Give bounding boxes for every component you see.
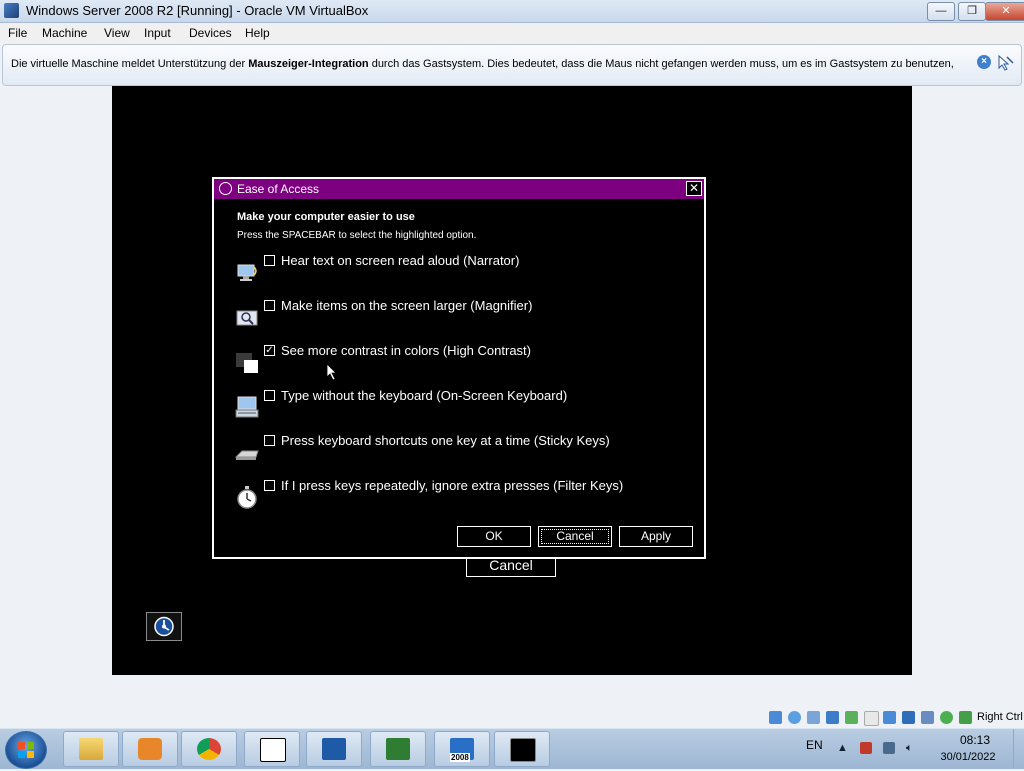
recording-icon[interactable] (902, 711, 915, 724)
windows-logo-icon (18, 742, 34, 758)
taskbar-system-monitor[interactable] (370, 731, 426, 767)
language-indicator[interactable]: EN (806, 738, 823, 752)
sticky-keys-icon (234, 450, 259, 460)
virtualbox-app-icon[interactable] (4, 3, 19, 18)
option-label: Press keyboard shortcuts one key at a ti… (281, 433, 610, 448)
minimize-button[interactable]: — (927, 2, 955, 21)
mouse-integration-status-icon[interactable] (940, 711, 953, 724)
maximize-button[interactable]: ❐ (958, 2, 986, 21)
mouse-integration-icon[interactable] (997, 54, 1015, 72)
start-button[interactable] (5, 731, 47, 769)
option-label: If I press keys repeatedly, ignore extra… (281, 478, 624, 493)
filter-keys-icon (237, 486, 257, 509)
option-label: See more contrast in colors (High Contra… (281, 343, 531, 358)
ease-of-access-button[interactable] (146, 612, 182, 641)
option-sticky-keys[interactable]: Press keyboard shortcuts one key at a ti… (234, 433, 694, 471)
notice-text-part: Die virtuelle Maschine meldet Unterstütz… (11, 58, 249, 70)
network-icon[interactable] (826, 711, 839, 724)
option-on-screen-keyboard[interactable]: Type without the keyboard (On-Screen Key… (234, 388, 694, 426)
show-hidden-icons-icon[interactable]: ▲ (837, 742, 849, 754)
high-contrast-icon (236, 353, 258, 373)
option-narrator[interactable]: Hear text on screen read aloud (Narrator… (234, 253, 694, 291)
vbox-titlebar: Windows Server 2008 R2 [Running] - Oracl… (0, 0, 1024, 23)
ok-button[interactable]: OK (457, 526, 531, 547)
option-filter-keys[interactable]: If I press keys repeatedly, ignore extra… (234, 478, 694, 516)
display-icon[interactable] (883, 711, 896, 724)
chrome-icon (197, 738, 221, 760)
dialog-heading: Make your computer easier to use (237, 211, 415, 223)
7zip-icon (260, 738, 286, 762)
menu-devices[interactable]: Devices (189, 26, 232, 40)
checkbox-filter-keys[interactable] (264, 480, 275, 491)
hard-disk-icon[interactable] (769, 711, 782, 724)
taskbar-chrome[interactable] (181, 731, 237, 767)
taskbar-windows-server-2008[interactable]: 2008 (434, 731, 490, 767)
media-player-icon (138, 738, 162, 760)
clock-time[interactable]: 08:13 (955, 733, 995, 747)
checkbox-narrator[interactable] (264, 255, 275, 266)
show-desktop-button[interactable] (1013, 729, 1024, 768)
menu-bar: File Machine View Input Devices Help (0, 23, 1024, 43)
mouse-cursor-icon (326, 363, 337, 381)
close-button[interactable]: ✕ (985, 2, 1024, 21)
clock-date[interactable]: 30/01/2022 (938, 751, 998, 763)
menu-help[interactable]: Help (245, 26, 270, 40)
system-monitor-icon (386, 738, 410, 760)
ease-of-access-dialog: Ease of Access ✕ Make your computer easi… (212, 177, 706, 559)
notice-text-part: durch das Gastsystem. Dies bedeutet, das… (368, 58, 954, 70)
action-center-icon[interactable] (860, 742, 872, 754)
taskbar-command-prompt[interactable] (494, 731, 550, 767)
checkbox-sticky-keys[interactable] (264, 435, 275, 446)
dialog-titlebar: Ease of Access ✕ (214, 179, 704, 199)
magnifier-icon (236, 310, 258, 326)
dialog-close-button[interactable]: ✕ (686, 181, 702, 196)
menu-input[interactable]: Input (144, 26, 171, 40)
option-label: Hear text on screen read aloud (Narrator… (281, 253, 520, 268)
dialog-title: Ease of Access (237, 182, 320, 196)
shared-folders-icon[interactable] (864, 711, 879, 726)
taskbar-media-player[interactable] (122, 731, 178, 767)
notice-close-icon[interactable]: × (977, 55, 991, 69)
taskbar-virtualbox[interactable] (306, 731, 362, 767)
menu-machine[interactable]: Machine (42, 26, 87, 40)
window-title: Windows Server 2008 R2 [Running] - Oracl… (26, 3, 369, 18)
apply-button[interactable]: Apply (619, 526, 693, 547)
audio-icon[interactable] (807, 711, 820, 724)
notice-text: Die virtuelle Maschine meldet Unterstütz… (11, 58, 954, 70)
menu-file[interactable]: File (8, 26, 27, 40)
virtualbox-icon (322, 738, 346, 760)
menu-view[interactable]: View (104, 26, 130, 40)
checkbox-high-contrast[interactable]: ✓ (264, 345, 275, 356)
server-2008-badge: 2008 (450, 753, 470, 762)
keyboard-capture-icon[interactable] (959, 711, 972, 724)
host-key-label: Right Ctrl (977, 711, 1023, 723)
ease-of-access-title-icon (219, 182, 232, 195)
command-prompt-icon (510, 738, 536, 762)
usb-icon[interactable] (845, 711, 858, 724)
folder-icon (79, 738, 103, 760)
virtualization-icon[interactable] (921, 711, 934, 724)
optical-drive-icon[interactable] (788, 711, 801, 724)
checkbox-on-screen-keyboard[interactable] (264, 390, 275, 401)
taskbar-7zip[interactable] (244, 731, 300, 767)
volume-icon[interactable]: 🔈︎ (906, 742, 918, 754)
option-label: Make items on the screen larger (Magnifi… (281, 298, 533, 313)
narrator-icon (237, 264, 257, 281)
network-tray-icon[interactable] (883, 742, 895, 754)
mouse-integration-notice: Die virtuelle Maschine meldet Unterstütz… (2, 44, 1022, 86)
taskbar-file-explorer[interactable] (63, 731, 119, 767)
checkbox-magnifier[interactable] (264, 300, 275, 311)
on-screen-keyboard-icon (235, 396, 259, 418)
notice-text-bold: Mauszeiger-Integration (248, 58, 369, 70)
option-magnifier[interactable]: Make items on the screen larger (Magnifi… (234, 298, 694, 336)
cancel-button[interactable]: Cancel (538, 526, 612, 547)
dialog-instruction: Press the SPACEBAR to select the highlig… (237, 230, 477, 241)
option-high-contrast[interactable]: ✓ See more contrast in colors (High Cont… (234, 343, 694, 381)
option-label: Type without the keyboard (On-Screen Key… (281, 388, 568, 403)
ease-of-access-icon (154, 616, 174, 637)
